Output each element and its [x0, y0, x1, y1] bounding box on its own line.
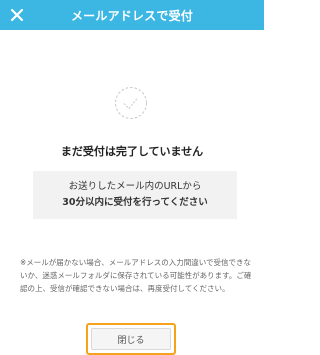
- check-circle-icon: [115, 87, 147, 119]
- notice-text: ※メールが届かない場合、メールアドレスの入力間違いで受信できないか、迷惑メールフ…: [20, 258, 252, 293]
- page-title: メールアドレスで受付: [70, 8, 193, 23]
- info-line-1: お送りしたメール内のURLから: [68, 181, 202, 192]
- main-content: まだ受付は完了していません お送りしたメール内のURLから 30分以内に受付を行…: [0, 30, 264, 355]
- status-message: まだ受付は完了していません: [60, 145, 204, 158]
- header-bar: メールアドレスで受付: [0, 0, 264, 30]
- close-icon: [11, 9, 23, 21]
- close-button-header[interactable]: [5, 3, 29, 27]
- close-button[interactable]: 閉じる: [91, 328, 171, 350]
- info-box: お送りしたメール内のURLから 30分以内に受付を行ってください: [33, 171, 237, 219]
- info-line-2: 30分以内に受付を行ってください: [62, 197, 208, 208]
